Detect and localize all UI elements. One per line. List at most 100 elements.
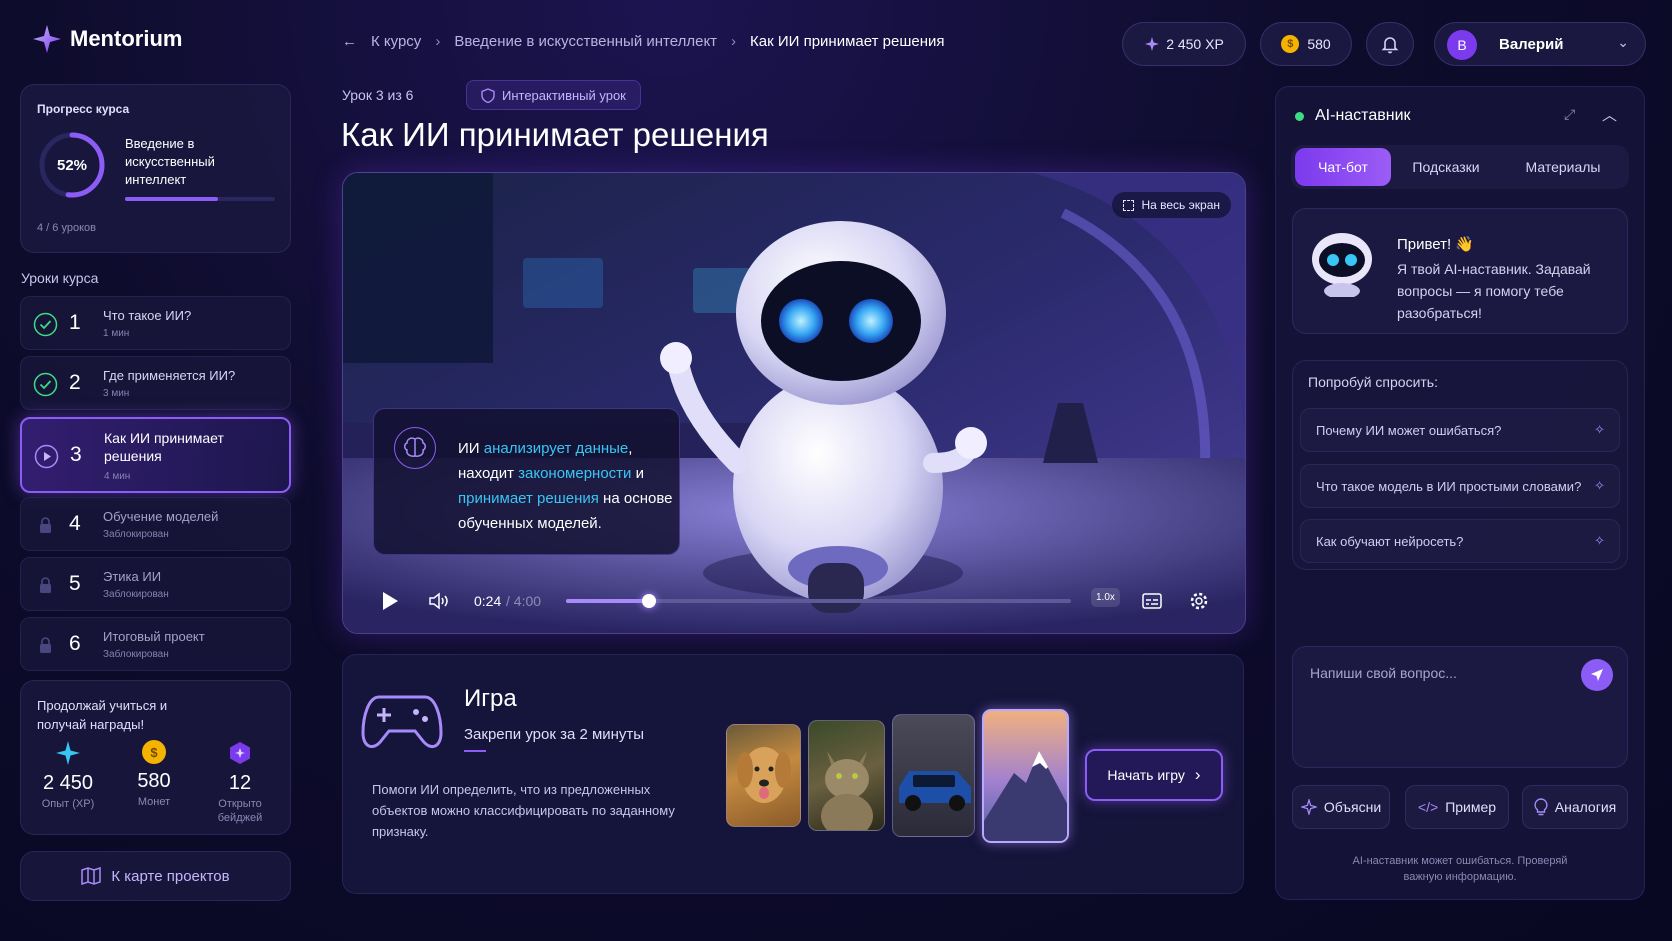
explain-label: Объясни	[1323, 799, 1382, 815]
caption-highlight: принимает решения	[458, 490, 599, 507]
chat-input[interactable]: Напиши свой вопрос...	[1310, 665, 1457, 681]
lesson-meta: 3 мин	[103, 388, 130, 399]
video-scene	[343, 173, 1245, 633]
avatar: В	[1447, 30, 1477, 60]
sparkle-icon: ✧	[1594, 478, 1605, 493]
play-icon[interactable]	[381, 591, 399, 611]
stat-badges: 12 Открыто бейджей	[200, 740, 280, 825]
lesson-title: Этика ИИ	[103, 569, 162, 584]
check-circle-icon	[33, 312, 58, 337]
sparkle-icon	[1145, 37, 1160, 51]
app-logo[interactable]: Mentorium	[32, 24, 182, 54]
lessons-done: 4 / 6 уроков	[37, 222, 96, 234]
suggestion-2[interactable]: Что такое модель в ИИ простыми словами? ✧	[1300, 464, 1620, 508]
time-total: / 4:00	[506, 593, 542, 609]
course-progress-card: Прогресс курса 52% Введение в искусствен…	[20, 84, 291, 253]
cat-illustration	[821, 751, 873, 830]
progress-label: Прогресс курса	[37, 102, 130, 116]
seek-bar[interactable]	[566, 594, 1071, 608]
greeting-message: Привет! 👋 Я твой AI-наставник. Задавай в…	[1292, 208, 1628, 334]
chevron-right-icon: ›	[435, 33, 441, 50]
stat-value: 580	[137, 770, 171, 792]
breadcrumb-course-link[interactable]: Введение в искусственный интеллект	[454, 33, 717, 50]
lesson-item-6[interactable]: 6 Итоговый проект Заблокирован	[20, 617, 291, 671]
example-label: Пример	[1445, 799, 1497, 815]
back-arrow-icon[interactable]: ←	[342, 33, 357, 50]
volume-icon[interactable]	[428, 591, 450, 611]
lesson-item-4[interactable]: 4 Обучение моделей Заблокирован	[20, 497, 291, 551]
sparkle-icon: ✧	[1594, 533, 1605, 548]
user-menu[interactable]: В Валерий ⌄	[1434, 22, 1646, 66]
bell-icon	[1381, 37, 1399, 54]
interactive-badge-label: Интерактивный урок	[502, 87, 626, 103]
lesson-number: 3	[70, 443, 82, 466]
cat-image[interactable]	[808, 720, 885, 831]
sparkle-icon: ✧	[1594, 422, 1605, 437]
check-circle-icon	[33, 372, 58, 397]
robot-avatar-icon	[1312, 233, 1372, 297]
mountain-image[interactable]	[982, 709, 1069, 843]
expand-icon[interactable]: ⤢	[1564, 106, 1575, 123]
progress-bar	[125, 197, 275, 201]
lesson-item-2[interactable]: 2 Где применяется ИИ? 3 мин	[20, 356, 291, 410]
shield-icon	[481, 87, 495, 103]
ai-disclaimer: AI-наставник может ошибаться. Проверяй в…	[1352, 855, 1568, 883]
dog-image[interactable]	[726, 724, 801, 827]
settings-gear-icon[interactable]	[1189, 591, 1209, 611]
video-caption: ИИ анализирует данные, находит закономер…	[373, 408, 680, 555]
lesson-item-5[interactable]: 5 Этика ИИ Заблокирован	[20, 557, 291, 611]
lesson-item-3-active[interactable]: 3 Как ИИ принимает решения 4 мин	[20, 417, 291, 493]
example-button[interactable]: </> Пример	[1405, 785, 1509, 829]
lesson-title: Где применяется ИИ?	[103, 368, 236, 383]
user-name: Валерий	[1499, 36, 1564, 53]
notifications-button[interactable]	[1366, 22, 1414, 66]
subtitles-icon[interactable]	[1142, 593, 1162, 609]
tab-hints[interactable]: Подсказки	[1395, 148, 1497, 186]
lessons-heading: Уроки курса	[21, 270, 99, 286]
subtitle-underline	[464, 750, 486, 752]
start-game-button[interactable]: Начать игру ›	[1085, 749, 1223, 801]
tab-materials[interactable]: Материалы	[1511, 148, 1615, 186]
xp-value: 2 450 XP	[1166, 36, 1224, 52]
video-player[interactable]: На весь экран ИИ анализирует данные, нах…	[342, 172, 1246, 634]
chat-input-box[interactable]: Напиши свой вопрос...	[1292, 646, 1628, 768]
game-title: Игра	[464, 685, 517, 712]
breadcrumb-back-link[interactable]: К курсу	[371, 33, 421, 50]
suggestion-1[interactable]: Почему ИИ может ошибаться? ✧	[1300, 408, 1620, 452]
suggestion-text: Что такое модель в ИИ простыми словами?	[1316, 479, 1582, 494]
dog-illustration	[737, 747, 791, 803]
analogy-button[interactable]: Аналогия	[1522, 785, 1628, 829]
lesson-meta: Заблокирован	[103, 649, 169, 660]
car-illustration	[899, 771, 971, 811]
seek-handle[interactable]	[642, 594, 656, 608]
lesson-meta: Заблокирован	[103, 529, 169, 540]
collapse-chevron-icon[interactable]: ︿	[1602, 104, 1617, 125]
lesson-title: Как ИИ принимает решения	[104, 430, 224, 464]
lesson-item-1[interactable]: 1 Что такое ИИ? 1 мин	[20, 296, 291, 350]
analogy-label: Аналогия	[1554, 799, 1617, 815]
caption-highlight: закономерности	[518, 465, 632, 482]
expand-icon	[1123, 199, 1135, 211]
project-map-button[interactable]: К карте проектов	[20, 851, 291, 901]
xp-badge[interactable]: 2 450 XP	[1122, 22, 1246, 66]
tab-chatbot[interactable]: Чат-бот	[1295, 148, 1391, 186]
stat-value: 2 450	[42, 772, 94, 794]
send-button[interactable]	[1581, 659, 1613, 691]
suggestion-3[interactable]: Как обучают нейросеть? ✧	[1300, 519, 1620, 563]
explain-button[interactable]: Объясни	[1292, 785, 1390, 829]
fullscreen-label: На весь экран	[1141, 198, 1220, 212]
lesson-number: 2	[69, 371, 81, 394]
lesson-meta: Заблокирован	[103, 589, 169, 600]
speed-button[interactable]: 1.0x	[1091, 588, 1120, 607]
game-description: Помоги ИИ определить, что из предложенны…	[372, 782, 675, 839]
lock-icon	[40, 637, 51, 653]
car-image[interactable]	[892, 714, 975, 837]
stat-value: 12	[228, 772, 252, 794]
lock-icon	[40, 517, 51, 533]
game-subtitle: Закрепи урок за 2 минуты	[464, 726, 645, 743]
coins-badge[interactable]: $ 580	[1260, 22, 1352, 66]
stat-label: Монет	[137, 796, 171, 808]
fullscreen-button[interactable]: На весь экран	[1112, 192, 1231, 218]
progress-bar-fill	[125, 197, 218, 201]
seek-bar-fill	[566, 599, 649, 603]
